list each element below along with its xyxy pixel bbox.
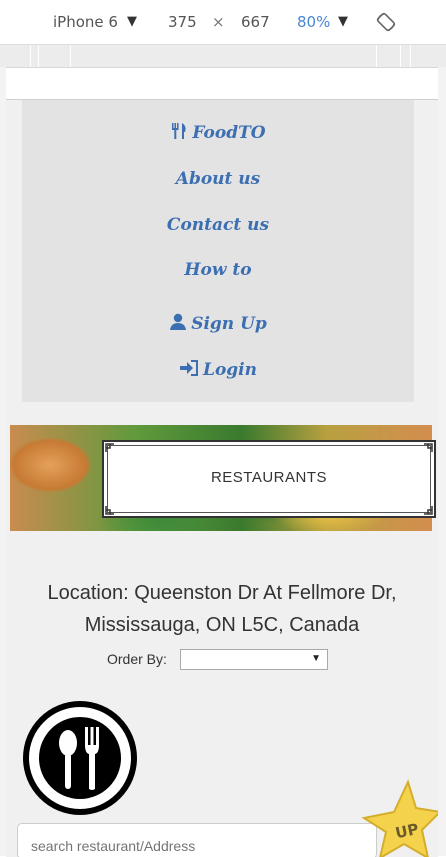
zoom-value[interactable]: 80% [297, 13, 330, 31]
order-by-label: Order By: [107, 651, 167, 667]
right-gutter [438, 67, 446, 856]
location-heading: Location: Queenston Dr At Fellmore Dr, M… [6, 577, 438, 641]
select-arrow-icon: ▼ [311, 653, 321, 664]
nav-about-link[interactable]: About us [22, 169, 414, 189]
nav-brand-link[interactable]: FoodTO [22, 122, 414, 143]
nav-signup-link[interactable]: Sign Up [22, 313, 414, 334]
signup-label: Sign Up [191, 314, 267, 334]
device-dropdown-icon[interactable]: ▼ [127, 14, 137, 29]
device-toolbar: iPhone 6 ▼ 375 × 667 80% ▼ [0, 0, 446, 45]
user-icon [170, 313, 187, 330]
order-by-select[interactable]: ▼ [180, 649, 328, 670]
brand-label: FoodTO [192, 123, 266, 143]
media-query-bar[interactable] [0, 45, 446, 68]
nav-contact-link[interactable]: Contact us [22, 215, 414, 235]
fork-knife-icon [172, 123, 186, 139]
scroll-up-button[interactable]: UP [350, 778, 438, 857]
zoom-dropdown-icon[interactable]: ▼ [338, 14, 348, 29]
login-label: Login [203, 360, 257, 380]
restaurant-banner: RESTAURANTS [10, 425, 436, 531]
height-value[interactable]: 667 [241, 13, 270, 31]
ornament-corner-icon [420, 440, 436, 456]
ornament-corner-icon [102, 502, 118, 518]
sign-in-icon [180, 360, 198, 376]
location-line-2: Mississauga, ON L5C, Canada [84, 614, 360, 636]
location-line-1: Location: Queenston Dr At Fellmore Dr, [47, 582, 397, 604]
ornament-corner-icon [102, 440, 118, 456]
nav-howto-link[interactable]: How to [22, 260, 414, 280]
spoon-fork-icon [59, 727, 99, 790]
spoon-fork-logo [23, 701, 137, 815]
times-sign: × [212, 13, 225, 31]
width-value[interactable]: 375 [168, 13, 197, 31]
rotate-icon[interactable] [375, 11, 397, 37]
search-input[interactable] [17, 823, 377, 857]
banner-title: RESTAURANTS [210, 469, 328, 486]
ornament-corner-icon [420, 502, 436, 518]
page-viewport: FoodTO About us Contact us How to Sign U… [6, 99, 438, 857]
device-name: iPhone 6 [53, 13, 118, 31]
banner-card: RESTAURANTS [102, 440, 436, 518]
nav-menu: FoodTO About us Contact us How to Sign U… [22, 100, 414, 402]
device-select[interactable]: iPhone 6 [53, 13, 118, 31]
nav-login-link[interactable]: Login [22, 359, 414, 380]
